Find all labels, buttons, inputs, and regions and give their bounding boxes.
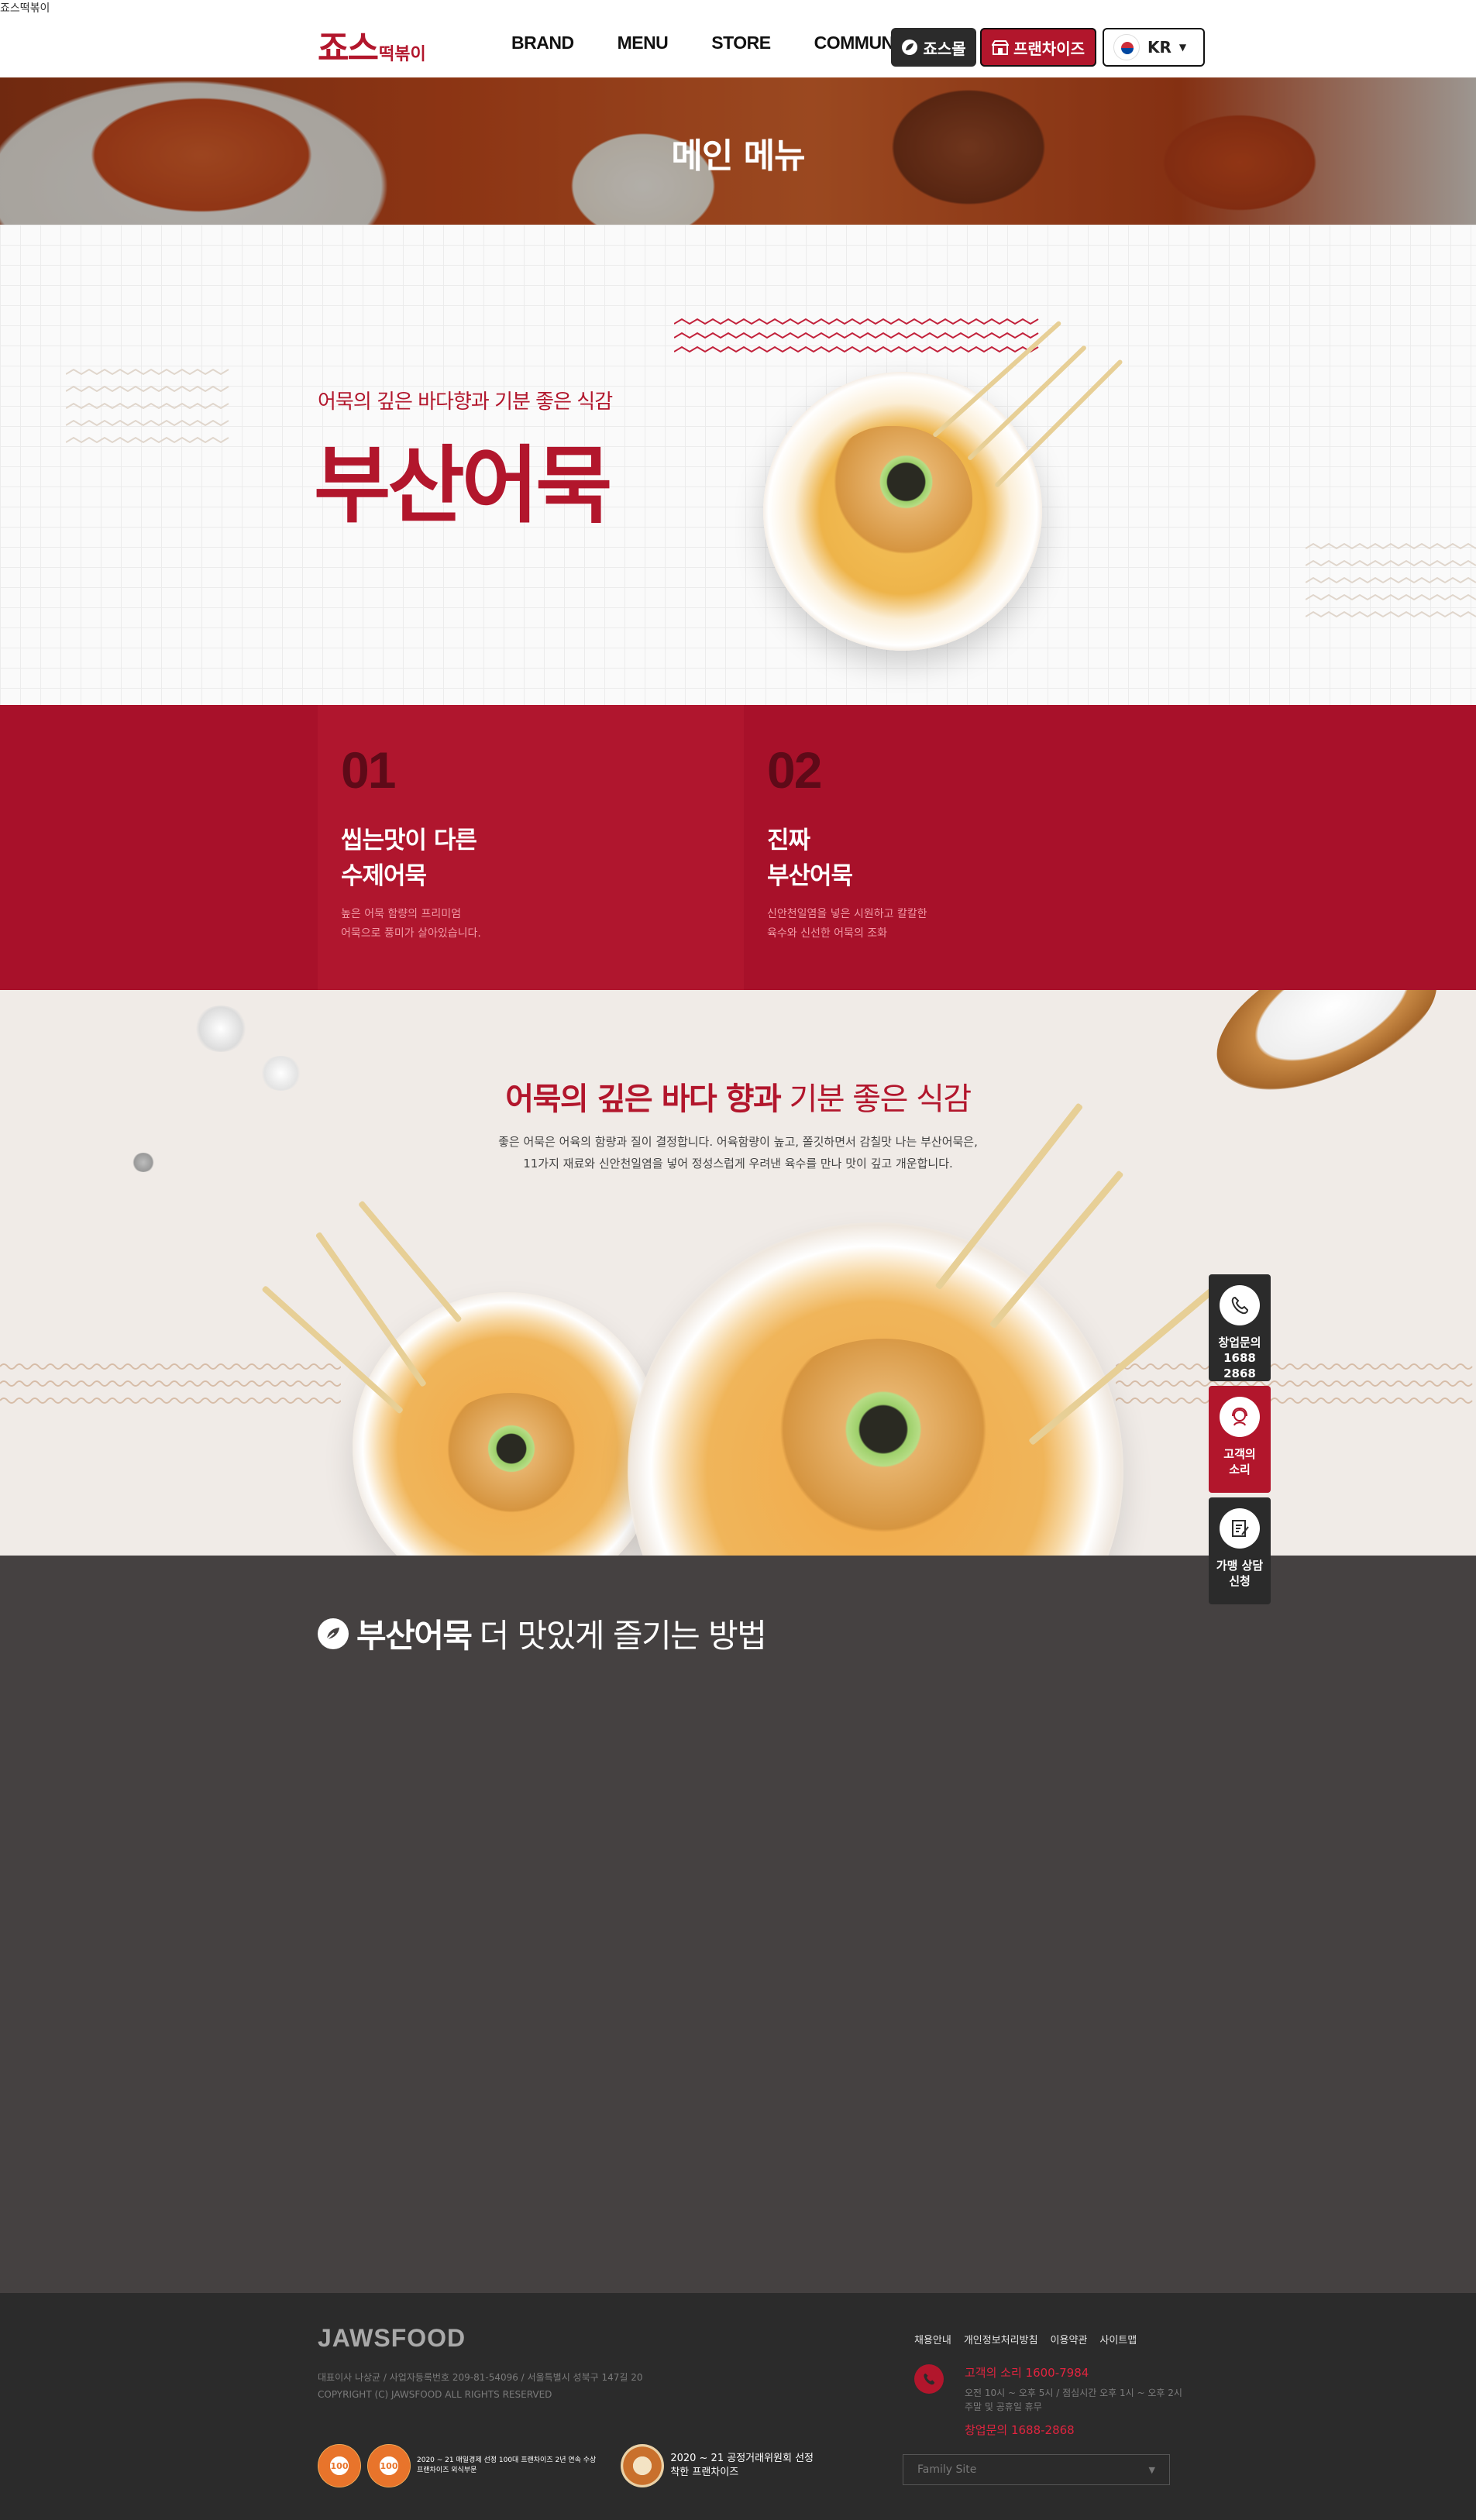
- brand-logo[interactable]: 죠스 떡볶이: [318, 23, 426, 70]
- decorative-wave-left: [66, 368, 229, 444]
- banner-title: 메인 메뉴: [671, 136, 805, 176]
- decorative-wave-top: [674, 318, 1039, 353]
- award-badge: 100: [367, 2444, 411, 2487]
- side-consult-label: 가맹 상담 신청: [1216, 1559, 1264, 1588]
- leaf-icon: [902, 40, 918, 55]
- footer-link-recruit[interactable]: 채용안내: [914, 2332, 951, 2346]
- phone-icon: [914, 2364, 944, 2394]
- story-title-bold: 어묵의 깊은 바다 향과: [505, 1081, 781, 1117]
- headset-icon: [1220, 1397, 1260, 1437]
- store-icon: [992, 40, 1009, 55]
- story-title: 어묵의 깊은 바다 향과 기분 좋은 식감: [0, 1074, 1476, 1119]
- feature-card-1: 01 씹는맛이 다른 수제어묵 높은 어묵 함량의 프리미엄 어묵으로 풍미가 …: [318, 705, 744, 990]
- recipe-title: 부산어묵 더 맛있게 즐기는 방법: [318, 1610, 767, 1657]
- footer-links: 채용안내 개인정보처리방침 이용약관 사이트맵: [914, 2332, 1137, 2346]
- footer-link-terms[interactable]: 이용약관: [1051, 2332, 1088, 2346]
- side-customer-label: 고객의 소리: [1223, 1447, 1256, 1477]
- footer-startup-phone: 창업문의 1688-2868: [965, 2423, 1075, 2437]
- award-badge: 100: [318, 2444, 361, 2487]
- site-header: 죠스 떡볶이 BRAND MENU STORE COMMUNITY 죠스몰 프랜…: [0, 15, 1476, 77]
- fishcake-topping: [759, 1339, 1007, 1540]
- fishcake-bowl-image: [763, 372, 1042, 651]
- decorative-wave-story-left: [0, 1363, 341, 1404]
- award-badge-text: 2020 ~ 21 매일경제 선정 100대 프랜차이즈 2년 연속 수상 프랜…: [417, 2456, 597, 2474]
- hero-section: 어묵의 깊은 바다향과 기분 좋은 식감 부산어묵: [0, 225, 1476, 705]
- nav-store[interactable]: STORE: [711, 33, 771, 53]
- floating-side-menu: 창업문의 1688 2868 고객의 소리 가맹 상담 신청: [1209, 1274, 1271, 1609]
- nav-menu[interactable]: MENU: [618, 33, 669, 53]
- footer-logo: JAWSFOOD: [318, 2324, 466, 2352]
- site-footer: JAWSFOOD 대표이사 나상균 / 사업자등록번호 209-81-54096…: [0, 2293, 1476, 2520]
- skewer-9: [357, 1200, 463, 1323]
- feature-description: 높은 어묵 함량의 프리미엄 어묵으로 풍미가 살아있습니다.: [341, 908, 481, 940]
- skewer-3: [993, 359, 1123, 489]
- footer-company-info: 대표이사 나상균 / 사업자등록번호 209-81-54096 / 서울특별시 …: [318, 2372, 643, 2400]
- chevron-down-icon: ▼: [1178, 42, 1187, 53]
- main-nav: BRAND MENU STORE COMMUNITY: [511, 33, 920, 53]
- page-banner: 메인 메뉴: [0, 77, 1476, 225]
- feature-description: 신안천일염을 넣은 시원하고 칼칼한 육수와 신선한 어묵의 조화: [767, 908, 927, 940]
- feature-band: 01 씹는맛이 다른 수제어묵 높은 어묵 함량의 프리미엄 어묵으로 풍미가 …: [0, 705, 1476, 990]
- decorative-wave-right: [1306, 542, 1476, 618]
- recipe-section: 부산어묵 더 맛있게 즐기는 방법: [0, 1556, 1476, 2293]
- side-customer-voice[interactable]: 고객의 소리: [1209, 1386, 1271, 1493]
- hero-title: 부산어묵: [314, 438, 612, 535]
- story-title-light: 기분 좋은 식감: [789, 1081, 972, 1117]
- family-site-select[interactable]: Family Site ▼: [903, 2454, 1170, 2485]
- feature-title: 진짜 부산어묵: [767, 827, 853, 890]
- footer-cs-phone: 고객의 소리 1600-7984: [965, 2366, 1089, 2380]
- feature-title: 씹는맛이 다른 수제어묵: [341, 827, 477, 890]
- hero-subtitle: 어묵의 깊은 바다향과 기분 좋은 식감: [318, 390, 613, 414]
- chevron-down-icon: ▼: [1148, 2464, 1155, 2475]
- footer-hours: 오전 10시 ~ 오후 5시 / 점심시간 오후 1시 ~ 오후 2시 주말 및…: [965, 2388, 1182, 2412]
- salt-crystal-decoration: [194, 1006, 248, 1052]
- recipe-title-light: 더 맛있게 즐기는 방법: [479, 1617, 767, 1655]
- nav-brand[interactable]: BRAND: [511, 33, 574, 53]
- fishcake-topping: [434, 1393, 589, 1517]
- fishcake-food: [825, 426, 972, 566]
- feature-number: 02: [767, 741, 822, 799]
- phone-icon: [1220, 1285, 1260, 1325]
- story-description: 좋은 어묵은 어육의 함량과 질이 결정합니다. 어육함량이 높고, 쫄깃하면서…: [498, 1135, 978, 1171]
- footer-link-sitemap[interactable]: 사이트맵: [1099, 2332, 1137, 2346]
- franchise-label: 프랜차이즈: [1013, 39, 1085, 58]
- side-startup-inquiry[interactable]: 창업문의 1688 2868: [1209, 1274, 1271, 1381]
- form-icon: [1220, 1508, 1260, 1549]
- language-select[interactable]: KR ▼: [1103, 28, 1205, 67]
- recipe-title-bold: 부산어묵: [356, 1617, 473, 1655]
- fair-trade-badge-text: 2020 ~ 21 공정거래위원회 선정 착한 프랜차이즈: [670, 2453, 814, 2478]
- logo-main: 죠스: [318, 29, 379, 68]
- side-franchise-consult[interactable]: 가맹 상담 신청: [1209, 1497, 1271, 1604]
- language-label: KR: [1147, 38, 1172, 57]
- feature-card-2: 02 진짜 부산어묵 신안천일염을 넣은 시원하고 칼칼한 육수와 신선한 어묵…: [744, 705, 1476, 990]
- feature-number: 01: [341, 741, 396, 799]
- korea-flag-icon: [1113, 34, 1140, 60]
- side-startup-label: 창업문의 1688 2868: [1218, 1336, 1261, 1380]
- fair-trade-badge: [621, 2444, 665, 2487]
- jaws-mall-label: 죠스몰: [923, 39, 966, 58]
- franchise-button[interactable]: 프랜차이즈: [980, 28, 1096, 67]
- award-badges: 100 100 2020 ~ 21 매일경제 선정 100대 프랜차이즈 2년 …: [318, 2444, 814, 2487]
- logo-sub: 떡볶이: [378, 45, 426, 64]
- leaf-icon: [318, 1618, 349, 1649]
- family-site-label: Family Site: [917, 2463, 977, 2476]
- jaws-mall-button[interactable]: 죠스몰: [891, 28, 976, 67]
- document-title: 죠스떡볶이: [0, 2, 50, 14]
- footer-link-privacy[interactable]: 개인정보처리방침: [964, 2332, 1038, 2346]
- decorative-wave-story-right: [1116, 1363, 1473, 1404]
